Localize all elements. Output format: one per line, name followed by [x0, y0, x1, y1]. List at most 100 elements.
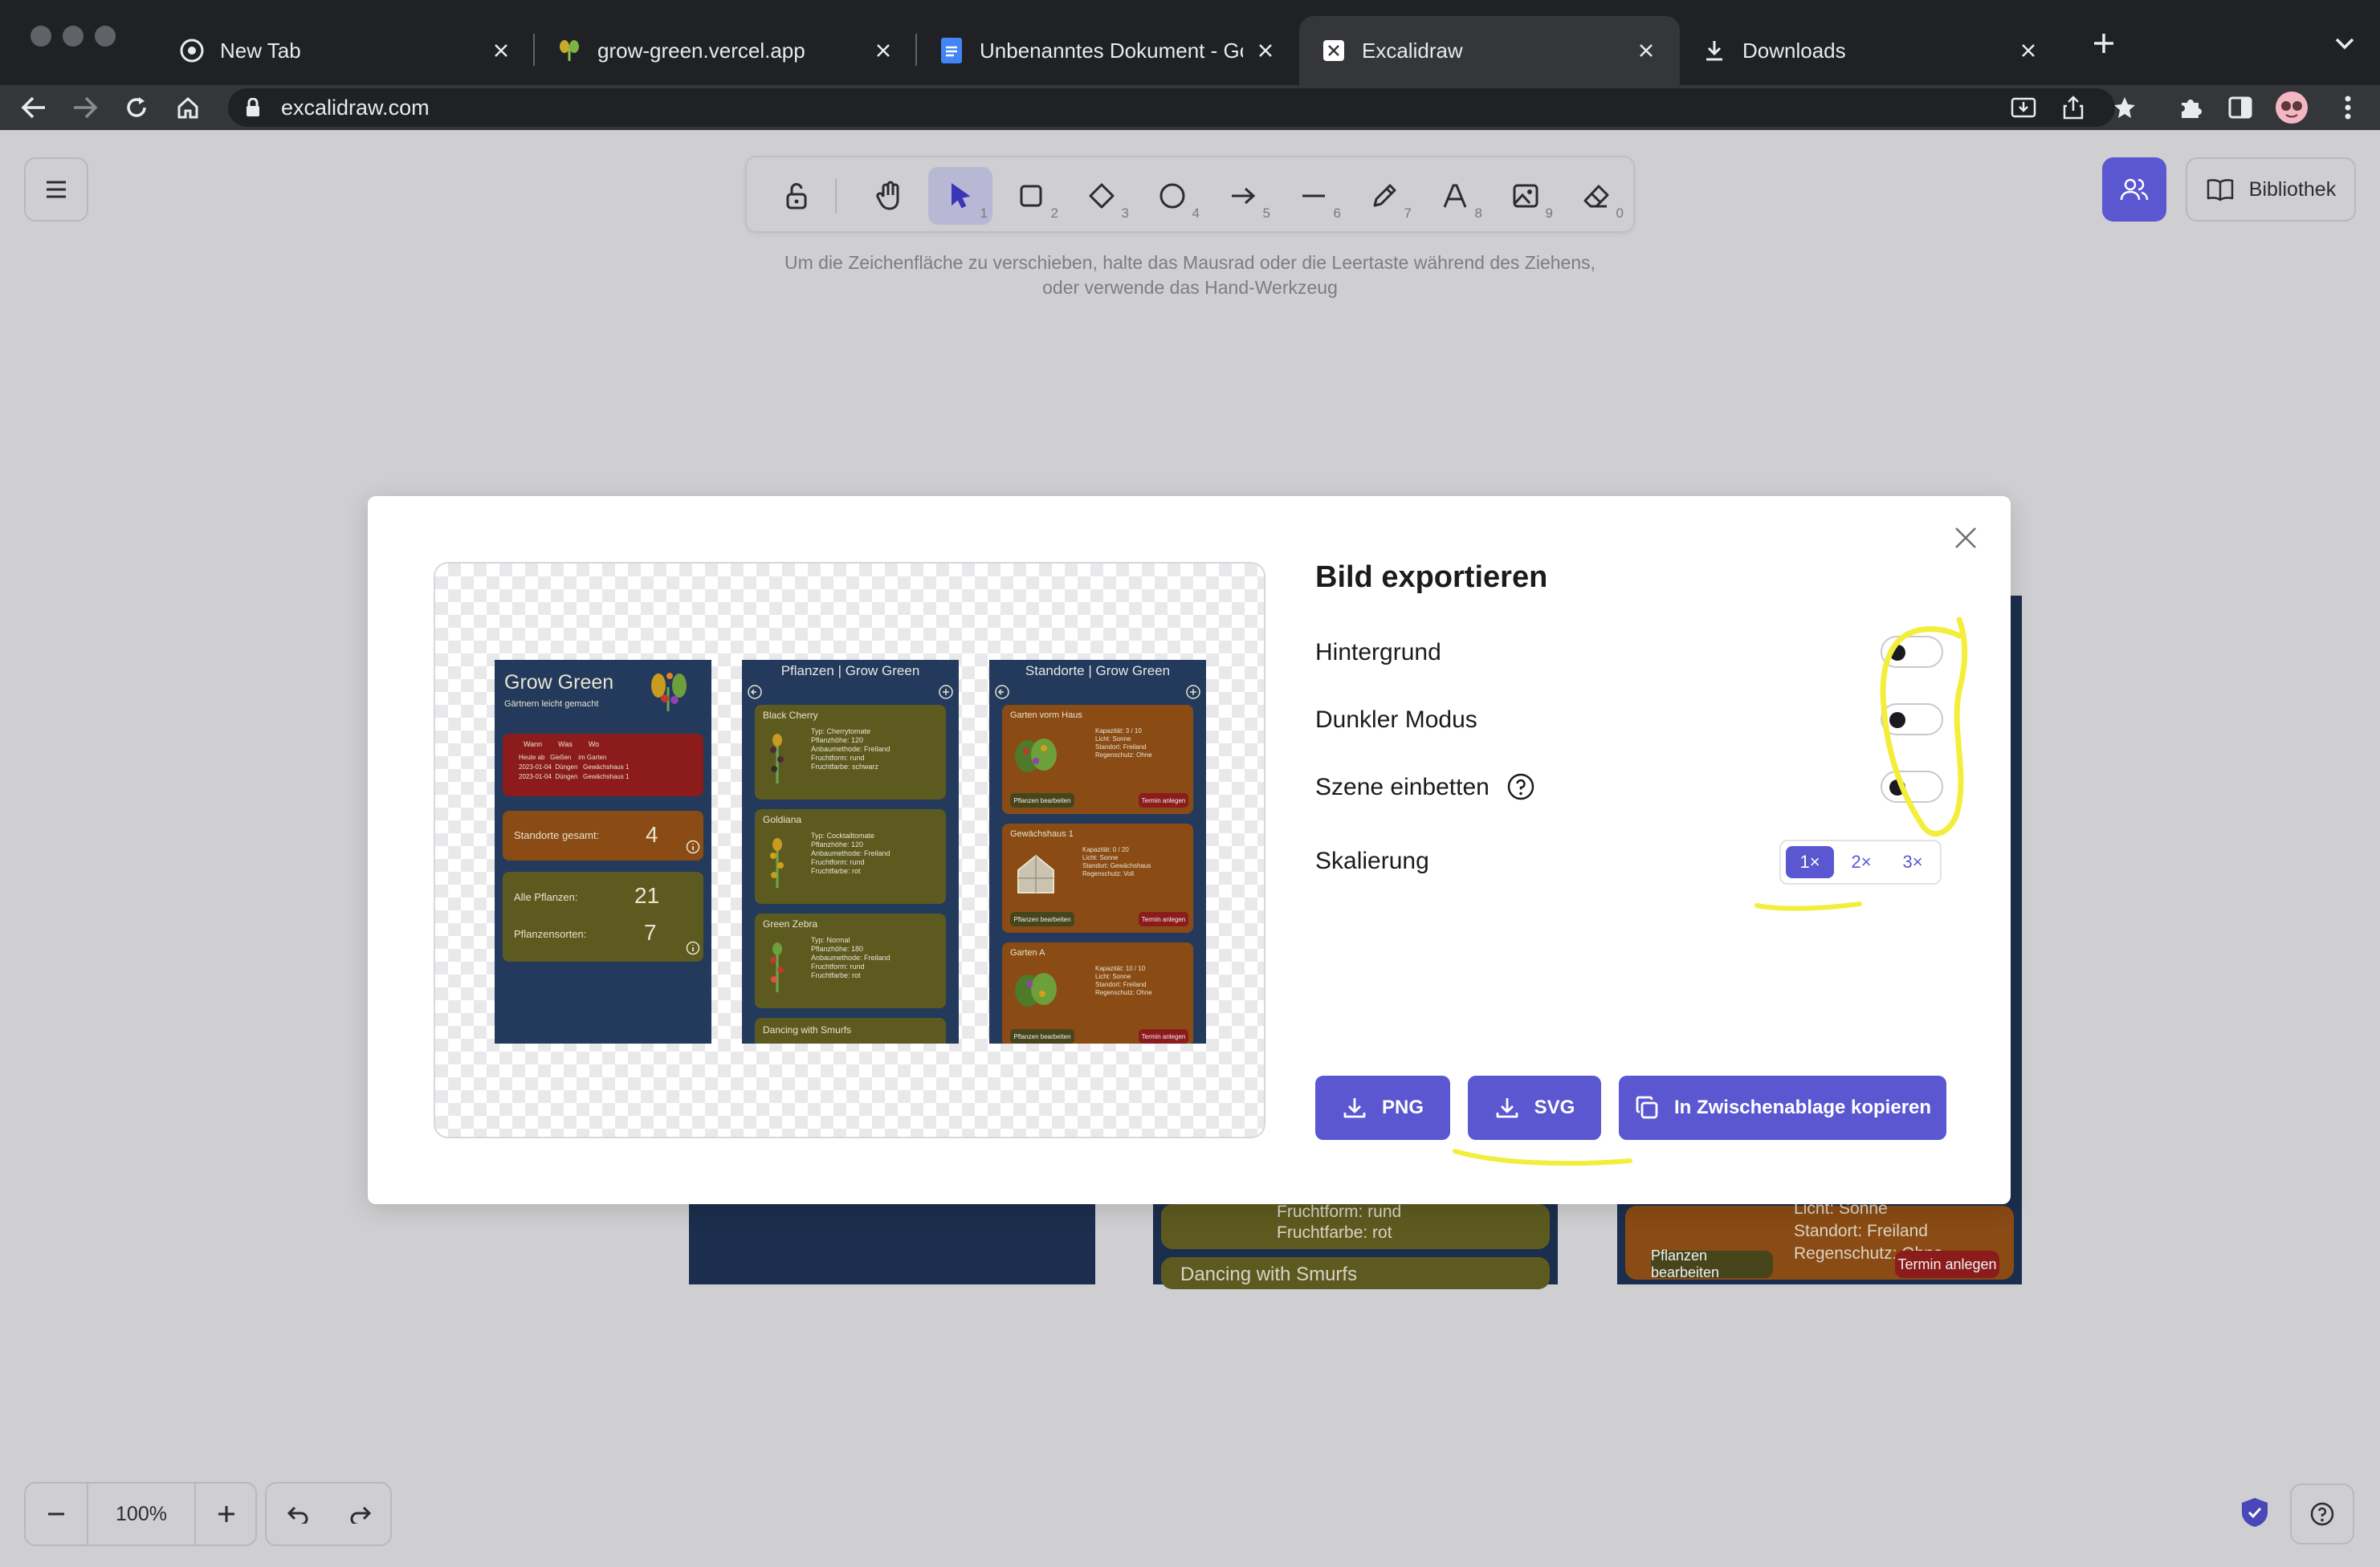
tool-diamond[interactable]: 3: [1070, 167, 1134, 225]
clipboard-label: In Zwischenablage kopieren: [1673, 1097, 1932, 1118]
scale-1x-button[interactable]: 1×: [1786, 846, 1834, 878]
dialog-title: Bild exportieren: [1315, 560, 1548, 594]
forward-icon[interactable]: [66, 88, 104, 127]
close-icon[interactable]: [2017, 39, 2040, 62]
tab-new-tab[interactable]: New Tab: [157, 16, 535, 85]
close-icon[interactable]: [490, 39, 512, 62]
browser-menu-icon[interactable]: [2329, 88, 2367, 127]
close-icon[interactable]: [1254, 39, 1277, 62]
window-minimize-dot[interactable]: [63, 26, 84, 47]
zoom-reset-button[interactable]: 100%: [87, 1484, 196, 1545]
background-toggle[interactable]: [1881, 636, 1943, 668]
share-icon[interactable]: [2054, 88, 2093, 127]
location-card: Garten A Kapazität: 10 / 10 Licht: Sonne…: [1002, 942, 1193, 1044]
shortcut-label: 5: [1262, 206, 1270, 221]
window-maximize-dot[interactable]: [95, 26, 116, 47]
redo-icon: [350, 1506, 372, 1524]
window-close-dot[interactable]: [31, 26, 51, 47]
scale-3x-button[interactable]: 3×: [1889, 846, 1937, 878]
line-icon: [1302, 194, 1325, 197]
main-menu-button[interactable]: [24, 157, 88, 222]
tab-google-docs[interactable]: Unbenanntes Dokument - Goo: [917, 16, 1299, 85]
shortcut-label: 2: [1050, 206, 1058, 221]
tool-text[interactable]: 8: [1423, 167, 1487, 225]
text-icon: [1443, 184, 1467, 208]
varieties-value: 7: [644, 920, 657, 945]
tool-line[interactable]: 6: [1282, 167, 1346, 225]
google-docs-icon: [939, 38, 964, 63]
redo-button[interactable]: [329, 1484, 392, 1545]
export-svg-button[interactable]: SVG: [1468, 1076, 1601, 1140]
canvas-screen-left[interactable]: [689, 1204, 1095, 1284]
extensions-puzzle-icon[interactable]: [2171, 88, 2210, 127]
tool-selection[interactable]: 1: [928, 167, 992, 225]
side-panel-icon[interactable]: [2221, 88, 2260, 127]
plant-name: Green Zebra: [763, 918, 818, 930]
tool-image[interactable]: 9: [1494, 167, 1558, 225]
close-icon: [1955, 527, 1976, 548]
plant-card: Goldiana Typ: Cocktailtomate Pflanzhöhe:…: [755, 809, 946, 904]
close-icon[interactable]: [872, 39, 895, 62]
canvas-screen-middle[interactable]: Fruchtform: rund Fruchtfarbe: rot Dancin…: [1153, 1203, 1558, 1289]
pencil-icon: [1373, 184, 1396, 207]
shortcut-label: 1: [980, 206, 988, 221]
export-png-button[interactable]: PNG: [1315, 1076, 1450, 1140]
locations-value: 4: [646, 822, 658, 847]
library-button[interactable]: Bibliothek: [2186, 157, 2356, 222]
embed-scene-toggle[interactable]: [1881, 771, 1943, 803]
reload-icon[interactable]: [117, 88, 156, 127]
screen-title: Pflanzen | Grow Green: [780, 663, 920, 678]
bookmark-star-icon[interactable]: [2105, 88, 2144, 127]
eraser-icon: [1583, 185, 1609, 208]
screen-title: Standorte | Grow Green: [1025, 663, 1171, 678]
close-icon[interactable]: [1635, 39, 1657, 62]
app-title: Grow Green: [504, 671, 614, 694]
preview-screen-locations: Standorte | Grow Green Garten vorm Haus …: [989, 660, 1206, 1044]
copy-to-clipboard-button[interactable]: In Zwischenablage kopieren: [1619, 1076, 1946, 1140]
canvas-location-card: Licht: Sonne Standort: Freiland Regensch…: [1625, 1199, 2014, 1280]
back-icon[interactable]: [14, 88, 53, 127]
plant-details: Typ: Cherrytomate Pflanzhöhe: 120 Anbaum…: [811, 727, 890, 771]
dark-mode-toggle[interactable]: [1881, 703, 1943, 735]
task-table: Wann Was Wo Heute ab Gießen im Garten 20…: [503, 734, 703, 796]
plant-details: Typ: Cocktailtomate Pflanzhöhe: 120 Anba…: [811, 832, 890, 875]
toggle-knob: [1889, 779, 1905, 796]
tab-downloads[interactable]: Downloads: [1680, 16, 2062, 85]
plant-name-text: Dancing with Smurfs: [1180, 1264, 1358, 1285]
dialog-close-button[interactable]: [1950, 522, 1982, 554]
undo-icon: [287, 1506, 308, 1524]
tool-draw[interactable]: 7: [1352, 167, 1416, 225]
shield-icon[interactable]: [2240, 1496, 2272, 1530]
tool-hand[interactable]: [858, 167, 922, 225]
tool-lock[interactable]: [764, 167, 829, 225]
zoom-out-button[interactable]: [26, 1484, 87, 1545]
address-bar[interactable]: excalidraw.com: [228, 88, 2115, 127]
excalidraw-favicon: [1322, 39, 1346, 63]
tool-eraser[interactable]: 0: [1564, 167, 1628, 225]
undo-button[interactable]: [267, 1484, 329, 1545]
plant-favicon: [557, 39, 581, 63]
zoom-in-button[interactable]: [196, 1484, 257, 1545]
tool-arrow[interactable]: 5: [1211, 167, 1275, 225]
help-icon[interactable]: [1506, 772, 1535, 801]
help-button[interactable]: [2290, 1484, 2354, 1545]
export-image-dialog: Grow Green Gärtnern leicht gemacht Wann …: [368, 496, 2011, 1204]
toggle-knob: [1889, 712, 1905, 728]
new-tab-button[interactable]: [2085, 24, 2123, 63]
tool-rectangle[interactable]: 2: [999, 167, 1063, 225]
collaborate-button[interactable]: [2102, 157, 2166, 222]
tab-search-chevron-icon[interactable]: [2325, 24, 2364, 63]
location-text: Standort: Freiland: [1794, 1222, 1928, 1240]
add-circle-icon: [1186, 685, 1200, 699]
plant-image: [770, 838, 784, 888]
users-icon: [2120, 178, 2149, 201]
install-app-icon[interactable]: [2004, 88, 2043, 127]
tab-excalidraw[interactable]: Excalidraw: [1299, 16, 1680, 85]
scale-2x-button[interactable]: 2×: [1837, 846, 1885, 878]
home-icon[interactable]: [169, 88, 207, 127]
download-icon: [1496, 1098, 1518, 1118]
tool-ellipse[interactable]: 4: [1140, 167, 1204, 225]
info-icon: [686, 840, 700, 854]
profile-avatar[interactable]: [2272, 88, 2311, 127]
tab-grow-green[interactable]: grow-green.vercel.app: [535, 16, 917, 85]
